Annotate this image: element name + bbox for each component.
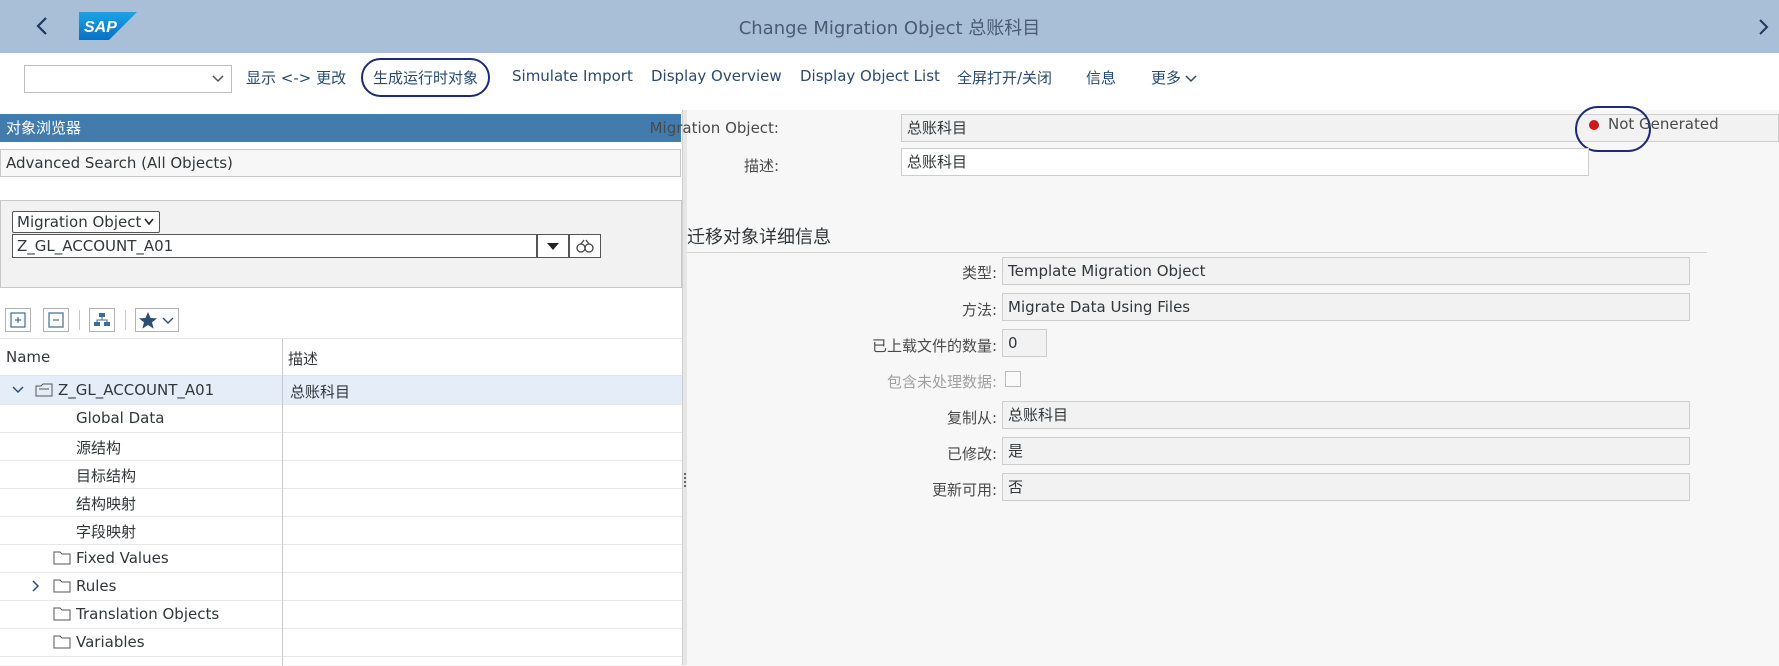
forward-arrow-icon[interactable] xyxy=(1755,14,1773,40)
tree-row-root[interactable]: Z_GL_ACCOUNT_A01 总账科目 xyxy=(0,376,682,405)
copied-from-field: 总账科目 xyxy=(1002,401,1690,429)
update-available-field: 否 xyxy=(1002,473,1690,501)
object-tree: Name 描述 Z_GL_ACCOUNT_A01 总账科目 Global Dat… xyxy=(0,338,682,666)
description-input[interactable]: 总账科目 xyxy=(901,148,1589,176)
chevron-down-icon[interactable] xyxy=(11,383,25,397)
status-dot-icon xyxy=(1589,119,1599,130)
tree-row[interactable]: Variables xyxy=(0,628,682,657)
object-search-help-button[interactable] xyxy=(569,234,601,258)
tree-row[interactable]: Translation Objects xyxy=(0,600,682,629)
tree-item-label: 字段映射 xyxy=(76,523,137,541)
status-text: Not Generated xyxy=(1608,115,1719,133)
unprocessed-data-label: 包含未处理数据: xyxy=(886,373,997,391)
chevron-down-icon xyxy=(1185,74,1197,82)
uploaded-files-field: 0 xyxy=(1002,329,1047,357)
expand-all-icon xyxy=(10,312,26,328)
more-menu-button[interactable]: 更多 xyxy=(1151,67,1198,88)
collapse-all-button[interactable] xyxy=(43,308,69,332)
object-name-dropdown[interactable] xyxy=(537,234,569,258)
tree-row[interactable]: Rules xyxy=(0,572,682,601)
migration-object-detail: Migration Object: 总账科目 Not Generated 描述:… xyxy=(650,106,1779,665)
object-browser-panel: 对象浏览器 Advanced Search (All Objects) Migr… xyxy=(0,110,682,666)
binoculars-icon xyxy=(576,239,594,253)
tree-item-label: 源结构 xyxy=(76,439,122,457)
update-available-label: 更新可用: xyxy=(931,481,997,499)
section-title: 迁移对象详细信息 xyxy=(687,227,831,248)
object-name-input[interactable]: Z_GL_ACCOUNT_A01 xyxy=(12,234,537,258)
tree-row[interactable]: Fixed Values xyxy=(0,544,682,573)
folder-icon xyxy=(53,551,71,565)
description-label: 描述: xyxy=(743,157,779,175)
type-label-text: 类型: xyxy=(961,264,997,282)
migration-object-icon xyxy=(35,383,53,397)
application-toolbar: 显示 <-> 更改 生成运行时对象 Simulate Import Displa… xyxy=(0,53,1779,111)
shell-bar: SAP Change Migration Object 总账科目 xyxy=(0,0,1779,53)
triangle-down-icon xyxy=(547,243,559,250)
tree-item-label: Variables xyxy=(76,633,145,651)
expand-all-button[interactable] xyxy=(5,308,31,332)
tree-row[interactable]: 目标结构 xyxy=(0,460,682,489)
tree-item-label: 结构映射 xyxy=(76,495,137,513)
simulate-import-button[interactable]: Simulate Import xyxy=(512,67,633,85)
chevron-down-icon xyxy=(212,75,224,83)
method-label: 方法: xyxy=(961,301,997,319)
display-overview-button[interactable]: Display Overview xyxy=(651,67,782,85)
tree-item-label: 目标结构 xyxy=(76,467,137,485)
tree-header: Name 描述 xyxy=(0,339,682,376)
folder-icon xyxy=(53,635,71,649)
section-divider xyxy=(687,252,1707,253)
tree-item-label: Fixed Values xyxy=(76,549,169,567)
tree-row[interactable]: Global Data xyxy=(0,404,682,433)
tree-item-label: Rules xyxy=(76,577,117,595)
favorites-menu-button[interactable] xyxy=(135,308,179,332)
collapse-all-icon xyxy=(48,312,64,328)
object-type-select[interactable]: Migration Object xyxy=(12,211,160,233)
hierarchy-icon xyxy=(94,313,110,326)
info-button[interactable]: 信息 xyxy=(1086,67,1116,88)
object-browser-header: 对象浏览器 xyxy=(0,114,681,142)
folder-icon xyxy=(53,579,71,593)
status-indicator: Not Generated xyxy=(1589,115,1719,139)
tree-toolbar xyxy=(0,300,682,336)
tree-item-label: Global Data xyxy=(76,409,165,427)
tree-row[interactable]: 字段映射 xyxy=(0,516,682,545)
tree-row[interactable]: 源结构 xyxy=(0,432,682,461)
object-search-box: Migration Object Z_GL_ACCOUNT_A01 xyxy=(0,200,682,288)
column-header-desc: 描述 xyxy=(288,350,319,368)
column-divider[interactable] xyxy=(282,339,283,666)
tree-item-label: Translation Objects xyxy=(76,605,220,623)
chevron-right-icon[interactable] xyxy=(29,579,43,593)
star-icon xyxy=(139,312,174,329)
more-menu-label: 更多 xyxy=(1151,69,1182,87)
tree-row[interactable]: 结构映射 xyxy=(0,488,682,517)
display-object-list-button[interactable]: Display Object List xyxy=(800,67,940,85)
generate-runtime-object-button[interactable]: 生成运行时对象 xyxy=(361,58,491,97)
object-type-value: Migration Object xyxy=(17,213,142,231)
uploaded-files-label: 已上载文件的数量: xyxy=(871,337,997,355)
modified-field: 是 xyxy=(1002,437,1690,465)
chevron-down-icon xyxy=(144,218,154,226)
modified-label: 已修改: xyxy=(946,445,997,463)
display-change-button[interactable]: 显示 <-> 更改 xyxy=(246,67,346,88)
fullscreen-toggle-button[interactable]: 全屏打开/关闭 xyxy=(957,67,1052,88)
page-title: Change Migration Object 总账科目 xyxy=(738,18,1041,39)
tree-item-desc: 总账科目 xyxy=(290,383,351,401)
type-field: Template Migration Object xyxy=(1002,257,1690,285)
toolbar-separator xyxy=(79,310,80,330)
toolbar-separator xyxy=(125,310,126,330)
copied-from-label: 复制从: xyxy=(946,409,997,427)
tree-item-label: Z_GL_ACCOUNT_A01 xyxy=(58,381,215,399)
column-header-name: Name xyxy=(6,348,51,366)
advanced-search-bar[interactable]: Advanced Search (All Objects) xyxy=(0,149,681,177)
method-field: Migrate Data Using Files xyxy=(1002,293,1690,321)
hierarchy-button[interactable] xyxy=(89,308,115,332)
folder-icon xyxy=(53,607,71,621)
migration-object-label: Migration Object: xyxy=(649,119,779,137)
unprocessed-data-checkbox xyxy=(1005,371,1021,387)
toolbar-select[interactable] xyxy=(24,65,232,93)
